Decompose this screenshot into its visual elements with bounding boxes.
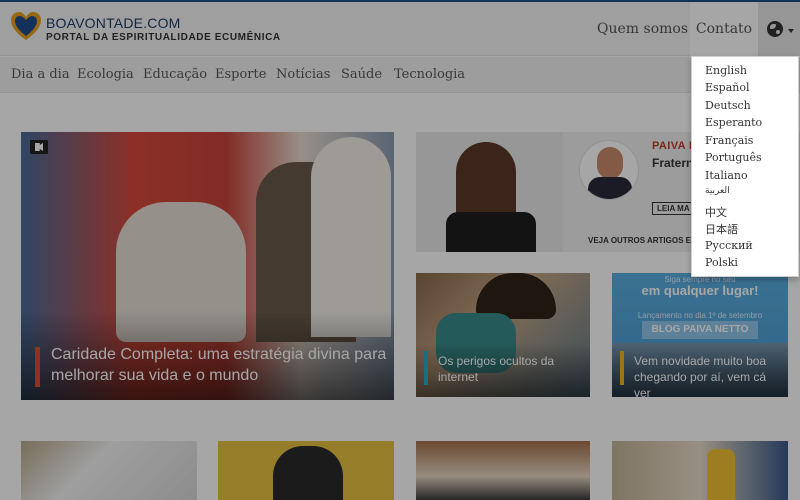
category-tecnologia[interactable]: Tecnologia xyxy=(394,67,465,82)
promo-photo xyxy=(416,132,563,252)
language-dropdown: English Español Deutsch Esperanto França… xyxy=(691,56,799,277)
language-option-chinese[interactable]: 中文 xyxy=(705,204,727,220)
card-accent-bar xyxy=(620,351,624,385)
blog-paiva-netto-button[interactable]: BLOG PAIVA NETTO xyxy=(642,321,758,339)
hero-title[interactable]: Caridade Completa: uma estratégia divina… xyxy=(51,344,391,386)
language-option-russian[interactable]: Русский xyxy=(705,239,753,252)
nav-contato[interactable]: Contato xyxy=(690,2,758,56)
article-card-thumbnail[interactable] xyxy=(21,441,197,500)
article-card-title[interactable]: Vem novidade muito boa chegando por aí, … xyxy=(634,353,784,397)
caret-down-icon xyxy=(788,29,794,33)
language-option-francais[interactable]: Français xyxy=(705,134,753,147)
blog-banner-headline: em qualquer lugar! xyxy=(641,283,759,298)
category-educacao[interactable]: Educação xyxy=(143,67,207,82)
language-option-espanol[interactable]: Español xyxy=(705,81,750,94)
nav-quem-somos[interactable]: Quem somos xyxy=(597,2,688,56)
blog-banner-line: Lançamento no dia 1º de setembro xyxy=(637,311,763,320)
category-esporte[interactable]: Esporte xyxy=(215,67,266,82)
category-saude[interactable]: Saúde xyxy=(341,67,382,82)
article-card-thumbnail[interactable] xyxy=(612,441,788,500)
article-card-title[interactable]: Os perigos ocultos da internet xyxy=(438,353,588,385)
hero-accent-bar xyxy=(35,347,40,387)
category-nav: Dia a dia Ecologia Educação Esporte Notí… xyxy=(0,57,800,93)
language-selector-button[interactable] xyxy=(758,2,800,56)
language-option-english[interactable]: English xyxy=(705,64,747,77)
heart-logo-icon[interactable] xyxy=(11,12,41,42)
video-camera-icon xyxy=(30,140,48,154)
article-card-thumbnail[interactable] xyxy=(218,441,394,500)
language-option-deutsch[interactable]: Deutsch xyxy=(705,99,751,112)
language-option-esperanto[interactable]: Esperanto xyxy=(705,116,762,129)
language-option-portugues[interactable]: Português xyxy=(705,151,762,164)
author-avatar xyxy=(579,140,639,200)
article-card-thumbnail[interactable] xyxy=(416,441,590,500)
category-dia-a-dia[interactable]: Dia a dia xyxy=(11,67,70,82)
leia-mais-button[interactable]: LEIA MA xyxy=(652,202,695,215)
card-accent-bar xyxy=(424,351,428,385)
language-option-italiano[interactable]: Italiano xyxy=(705,169,748,182)
language-option-arabic[interactable]: العربية xyxy=(705,186,730,196)
logo-name[interactable]: BOAVONTADE.COM xyxy=(46,15,181,31)
more-articles-link[interactable]: VEJA OUTROS ARTIGOS EM xyxy=(588,236,698,245)
language-option-polski[interactable]: Polski xyxy=(705,256,738,269)
category-noticias[interactable]: Notícias xyxy=(276,67,330,82)
language-option-japanese[interactable]: 日本語 xyxy=(705,221,738,237)
article-card[interactable]: Os perigos ocultos da internet xyxy=(416,273,590,397)
globe-icon xyxy=(767,21,783,37)
hero-article-card[interactable]: Caridade Completa: uma estratégia divina… xyxy=(21,132,394,400)
blog-article-card[interactable]: Siga sempre no seu em qualquer lugar! La… xyxy=(612,273,788,397)
hero-photo-person xyxy=(311,137,391,337)
logo-tagline: PORTAL DA ESPIRITUALIDADE ECUMÊNICA xyxy=(46,32,281,43)
category-ecologia[interactable]: Ecologia xyxy=(77,67,134,82)
